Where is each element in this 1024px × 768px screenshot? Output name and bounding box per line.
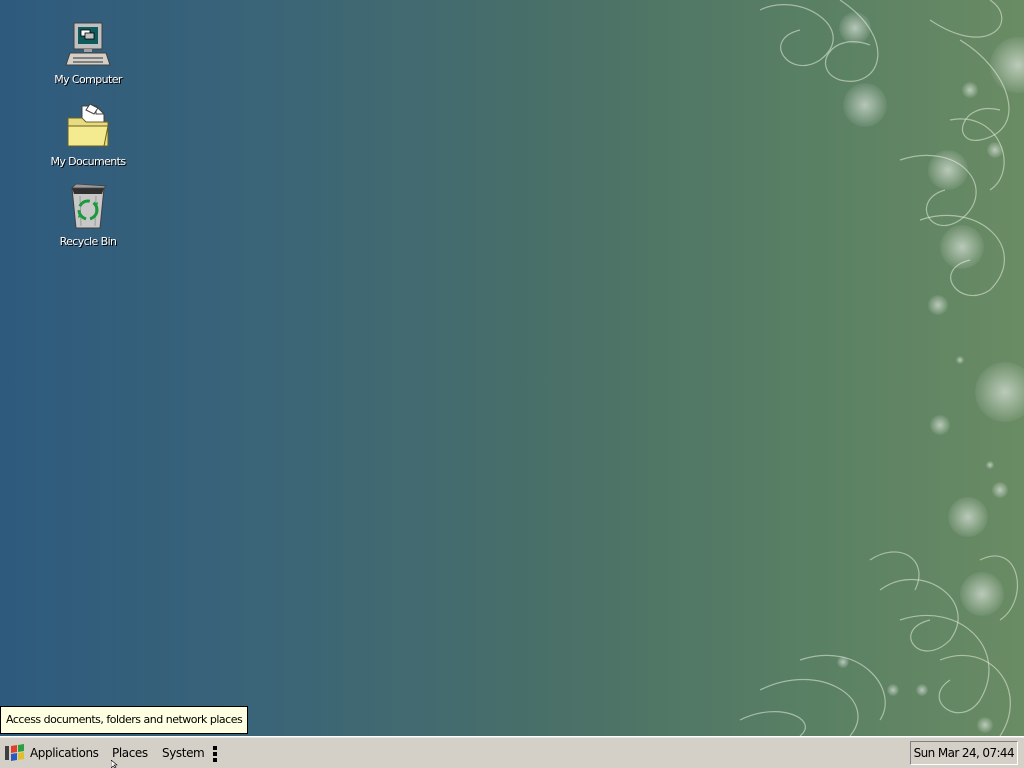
- desktop-icon-label: My Documents: [50, 155, 126, 168]
- applications-menu[interactable]: Applications: [4, 742, 99, 764]
- mouse-cursor-icon: [111, 760, 118, 768]
- desktop[interactable]: My Computer My Documents Recycle Bin Acc…: [0, 0, 1024, 736]
- applications-menu-label: Applications: [30, 746, 99, 760]
- clock[interactable]: Sun Mar 24, 07:44: [909, 741, 1018, 765]
- system-menu-label: System: [162, 746, 205, 760]
- desktop-icon-my-documents[interactable]: My Documents: [43, 102, 133, 169]
- panel-drag-handle[interactable]: [213, 746, 217, 762]
- wallpaper-swirls: [739, 0, 1024, 736]
- windows-logo-icon: [5, 744, 24, 761]
- computer-icon: [65, 22, 111, 66]
- tooltip: Access documents, folders and network pl…: [0, 706, 249, 734]
- desktop-icon-recycle-bin[interactable]: Recycle Bin: [43, 182, 133, 249]
- taskbar: Applications Places System Sun Mar 24, 0…: [0, 736, 1024, 768]
- places-menu-label: Places: [112, 746, 148, 760]
- desktop-icon-label: Recycle Bin: [59, 235, 117, 248]
- folder-icon: [67, 103, 109, 147]
- system-menu[interactable]: System: [162, 742, 205, 764]
- recycle-bin-icon: [71, 183, 107, 229]
- desktop-icon-my-computer[interactable]: My Computer: [43, 20, 133, 87]
- desktop-icon-label: My Computer: [54, 73, 122, 86]
